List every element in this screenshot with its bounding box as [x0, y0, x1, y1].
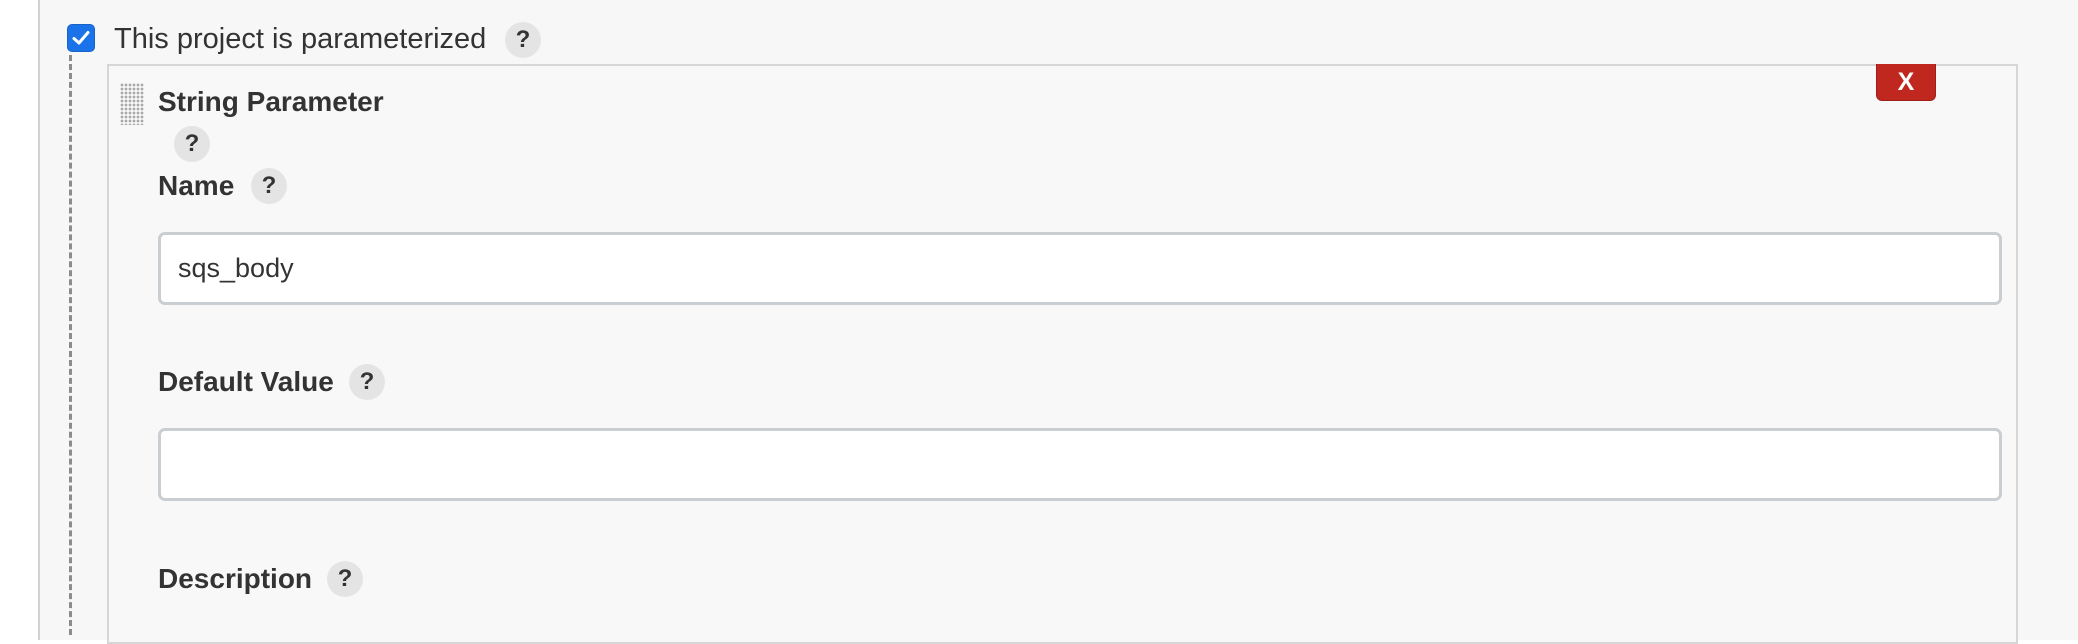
parameterized-label: This project is parameterized — [114, 23, 487, 55]
default-value-label: Default Value — [158, 366, 334, 397]
page: This project is parameterized ? X String… — [0, 0, 2078, 644]
string-parameter-panel — [107, 64, 2018, 644]
description-help-icon[interactable]: ? — [327, 561, 363, 597]
section-indent-line — [69, 55, 72, 635]
description-label: Description — [158, 563, 313, 594]
default-value-input[interactable] — [158, 428, 2002, 501]
parameterized-help-icon[interactable]: ? — [505, 22, 541, 58]
name-label: Name — [158, 170, 235, 201]
drag-handle-icon[interactable] — [120, 83, 144, 125]
checkmark-icon — [72, 31, 90, 45]
string-parameter-title: String Parameter — [158, 86, 384, 117]
name-help-icon[interactable]: ? — [251, 168, 287, 204]
parameterized-checkbox[interactable] — [67, 24, 95, 52]
string-parameter-help-icon[interactable]: ? — [174, 126, 210, 162]
default-value-help-icon[interactable]: ? — [349, 364, 385, 400]
name-input[interactable] — [158, 232, 2002, 305]
delete-parameter-button[interactable]: X — [1876, 64, 1936, 101]
